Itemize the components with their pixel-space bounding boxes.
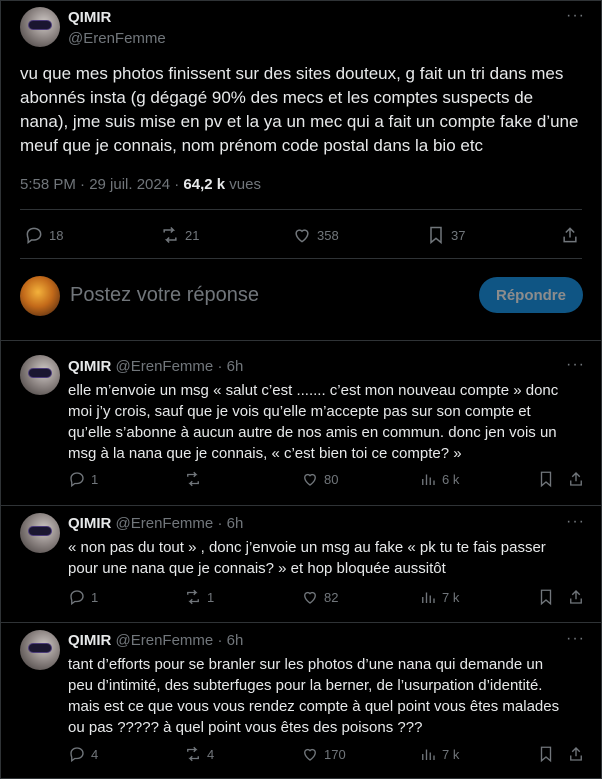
- views-count: 64,2 k: [183, 176, 226, 193]
- reply-submit-button[interactable]: Répondre: [479, 277, 583, 313]
- repost-icon: [163, 226, 177, 244]
- views-button[interactable]: 7 k: [419, 745, 459, 763]
- reply-input[interactable]: Postez votre réponse: [70, 284, 259, 307]
- bookmark-button[interactable]: [537, 588, 555, 606]
- views-icon: [422, 749, 435, 760]
- share-icon: [570, 590, 582, 604]
- tweet-meta: 5:58 PM · 29 juil. 2024 · 64,2 k vues: [20, 176, 261, 193]
- share-icon: [570, 747, 582, 761]
- repost-count: 4: [207, 746, 215, 762]
- tweet-header: QIMIR @ErenFemme · 6h: [68, 515, 243, 532]
- views-icon: [422, 592, 435, 603]
- author-handle[interactable]: @ErenFemme: [68, 30, 166, 47]
- tweet-text: elle m’envoie un msg « salut c’est .....…: [68, 382, 563, 462]
- avatar[interactable]: [20, 355, 60, 395]
- share-button[interactable]: [560, 225, 580, 245]
- author-name[interactable]: QIMIR: [68, 9, 111, 26]
- author-name[interactable]: QIMIR: [68, 632, 111, 649]
- reply-icon: [70, 590, 84, 606]
- reply-icon: [26, 227, 42, 244]
- share-button[interactable]: [567, 470, 585, 488]
- repost-icon: [187, 746, 199, 762]
- reply-count: 1: [91, 471, 99, 487]
- bookmark-icon: [540, 589, 552, 606]
- more-icon[interactable]: ···: [566, 7, 585, 25]
- like-button[interactable]: 358: [292, 225, 339, 245]
- repost-button[interactable]: 4: [184, 745, 214, 763]
- reply-count: 4: [91, 746, 99, 762]
- like-count: 80: [324, 471, 339, 487]
- reply-button[interactable]: 18: [24, 225, 63, 245]
- repost-button[interactable]: [184, 470, 207, 488]
- share-button[interactable]: [567, 588, 585, 606]
- tweet-age[interactable]: · 6h: [217, 358, 243, 375]
- views-button[interactable]: 6 k: [419, 470, 459, 488]
- tweet-text: vu que mes photos finissent sur des site…: [20, 64, 584, 155]
- like-icon: [295, 229, 309, 243]
- reply-button[interactable]: 4: [68, 745, 98, 763]
- tweet-text: « non pas du tout » , donc j’envoie un m…: [68, 539, 550, 577]
- user-avatar[interactable]: [20, 276, 60, 316]
- divider: [0, 622, 602, 623]
- divider: [20, 258, 582, 259]
- author-handle[interactable]: @ErenFemme: [116, 515, 214, 532]
- bookmark-icon: [540, 746, 552, 763]
- more-icon[interactable]: ···: [566, 513, 585, 531]
- bookmark-button[interactable]: [537, 470, 555, 488]
- bookmark-count: 37: [451, 227, 466, 243]
- like-button[interactable]: 82: [301, 588, 338, 606]
- reply-button[interactable]: 1: [68, 588, 98, 606]
- tweet-time[interactable]: 5:58 PM · 29 juil. 2024 ·: [20, 176, 183, 193]
- reply-count: 18: [49, 227, 64, 243]
- like-icon: [304, 748, 316, 761]
- like-icon: [304, 591, 316, 604]
- author-handle[interactable]: @ErenFemme: [116, 358, 214, 375]
- share-button[interactable]: [567, 745, 585, 763]
- avatar[interactable]: [20, 513, 60, 553]
- reply-icon: [70, 747, 84, 763]
- share-icon: [570, 472, 582, 486]
- repost-icon: [187, 589, 199, 605]
- like-button[interactable]: 170: [301, 745, 346, 763]
- reply-count: 1: [91, 589, 99, 605]
- avatar[interactable]: [20, 630, 60, 670]
- repost-button[interactable]: 21: [160, 225, 199, 245]
- bookmark-icon: [430, 226, 442, 245]
- like-count: 170: [324, 746, 346, 762]
- author-name[interactable]: QIMIR: [68, 358, 111, 375]
- like-count: 82: [324, 589, 339, 605]
- author-name[interactable]: QIMIR: [68, 515, 111, 532]
- repost-icon: [187, 471, 199, 487]
- like-count: 358: [317, 227, 339, 243]
- views-label: vues: [225, 176, 261, 193]
- views-icon: [422, 474, 435, 485]
- avatar[interactable]: [20, 7, 60, 47]
- divider: [0, 340, 602, 341]
- tweet-text: tant d’efforts pour se branler sur les p…: [68, 656, 564, 736]
- tweet-age[interactable]: · 6h: [217, 515, 243, 532]
- like-button[interactable]: 80: [301, 470, 338, 488]
- divider: [20, 209, 582, 210]
- more-icon[interactable]: ···: [566, 630, 585, 648]
- more-icon[interactable]: ···: [566, 356, 585, 374]
- bookmark-button[interactable]: 37: [426, 225, 465, 245]
- repost-count: 1: [207, 589, 215, 605]
- reply-button[interactable]: 1: [68, 470, 98, 488]
- tweet-header: QIMIR @ErenFemme · 6h: [68, 358, 243, 375]
- author-handle[interactable]: @ErenFemme: [116, 632, 214, 649]
- repost-count: 21: [185, 227, 200, 243]
- bookmark-button[interactable]: [537, 745, 555, 763]
- tweet-header: QIMIR @ErenFemme · 6h: [68, 632, 243, 649]
- like-icon: [304, 473, 316, 486]
- views-count: 7 k: [442, 746, 460, 762]
- views-button[interactable]: 7 k: [419, 588, 459, 606]
- bookmark-icon: [540, 471, 552, 488]
- views-count: 6 k: [442, 471, 460, 487]
- views-count: 7 k: [442, 589, 460, 605]
- repost-button[interactable]: 1: [184, 588, 214, 606]
- share-icon: [563, 227, 577, 243]
- divider: [0, 505, 602, 506]
- reply-icon: [70, 472, 84, 488]
- tweet-age[interactable]: · 6h: [217, 632, 243, 649]
